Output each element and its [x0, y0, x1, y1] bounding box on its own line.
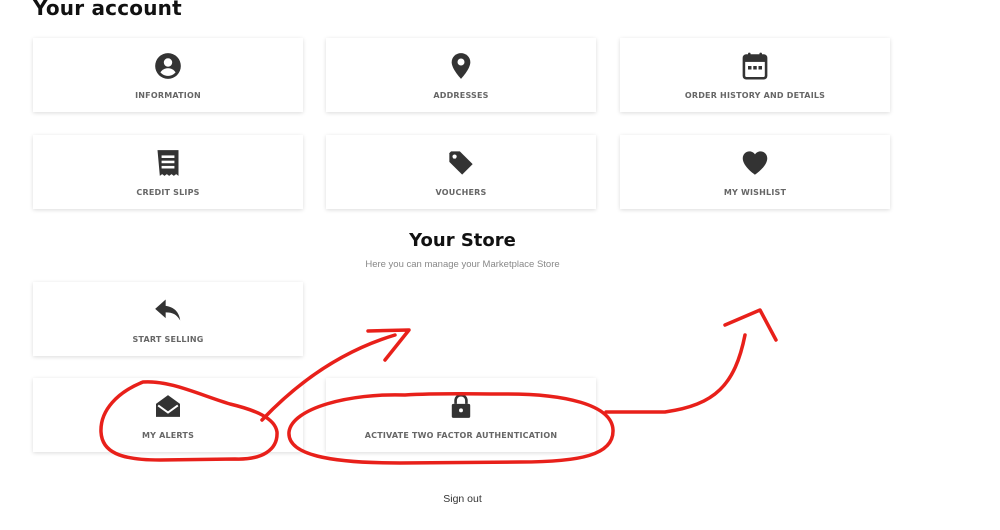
- receipt-icon: [33, 149, 303, 177]
- order-history-label: ORDER HISTORY AND DETAILS: [684, 91, 826, 100]
- location-pin-icon: [326, 52, 596, 80]
- addresses-card[interactable]: ADDRESSES: [326, 38, 596, 112]
- my-alerts-card[interactable]: MY ALERTS: [33, 378, 303, 452]
- credit-slips-card[interactable]: CREDIT SLIPS: [33, 135, 303, 209]
- my-alerts-label: MY ALERTS: [141, 431, 195, 440]
- vouchers-card[interactable]: VOUCHERS: [326, 135, 596, 209]
- information-card[interactable]: INFORMATION: [33, 38, 303, 112]
- reply-arrow-icon: [33, 296, 303, 324]
- tag-icon: [326, 149, 596, 177]
- wishlist-label: MY WISHLIST: [723, 188, 787, 197]
- addresses-label: ADDRESSES: [433, 91, 489, 100]
- arrow-left-head: [366, 328, 411, 362]
- two-factor-auth-label: ACTIVATE TWO FACTOR AUTHENTICATION: [364, 431, 558, 440]
- arrow-right: [604, 333, 747, 414]
- account-circle-icon: [33, 52, 303, 80]
- page-title: Your account: [33, 0, 182, 20]
- credit-slips-label: CREDIT SLIPS: [136, 188, 200, 197]
- open-envelope-icon: [33, 392, 303, 420]
- start-selling-label: START SELLING: [132, 335, 204, 344]
- heart-icon: [620, 149, 890, 177]
- lock-icon: [326, 392, 596, 420]
- calendar-icon: [620, 52, 890, 80]
- information-label: INFORMATION: [135, 91, 201, 100]
- sign-out-link[interactable]: Sign out: [0, 493, 925, 505]
- store-subtitle: Here you can manage your Marketplace Sto…: [365, 259, 560, 270]
- wishlist-card[interactable]: MY WISHLIST: [620, 135, 890, 209]
- start-selling-card[interactable]: START SELLING: [33, 282, 303, 356]
- two-factor-auth-card[interactable]: ACTIVATE TWO FACTOR AUTHENTICATION: [326, 378, 596, 452]
- arrow-right-head: [723, 308, 778, 342]
- store-title: Your Store: [409, 230, 516, 251]
- vouchers-label: VOUCHERS: [435, 188, 487, 197]
- order-history-card[interactable]: ORDER HISTORY AND DETAILS: [620, 38, 890, 112]
